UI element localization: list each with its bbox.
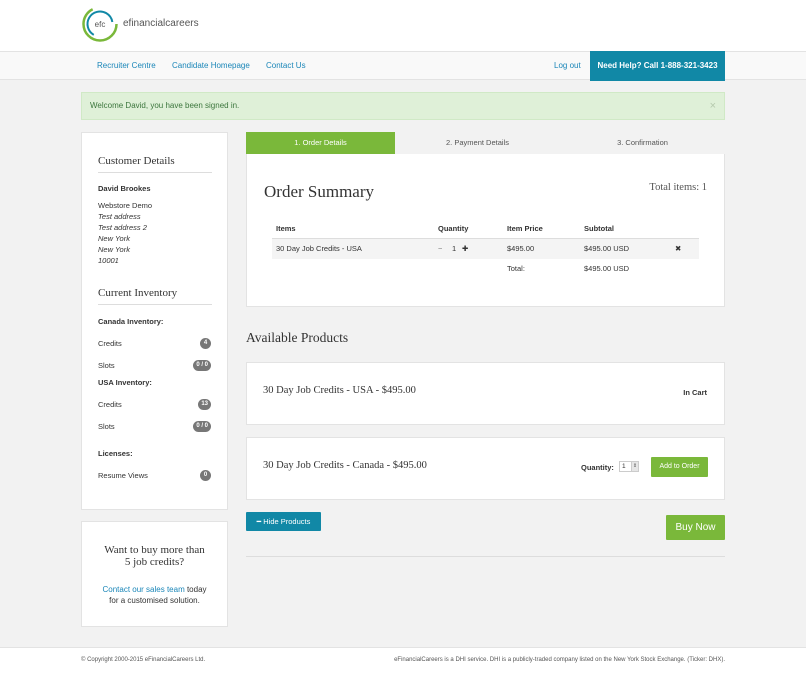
sales-promo-panel: Want to buy more than 5 job credits? Con… (81, 521, 228, 627)
product-card-usa: 30 Day Job Credits - USA - $495.00 In Ca… (246, 362, 725, 425)
usa-inventory-label: USA Inventory: (98, 378, 152, 387)
step-order-details[interactable]: 1. Order Details (246, 132, 395, 154)
usa-credits-label: Credits (98, 400, 122, 409)
quantity-label: Quantity: (581, 463, 614, 472)
promo-text: Contact our sales team today for a custo… (82, 584, 227, 606)
canada-credits-badge: 4 (200, 338, 211, 349)
checkout-steps: 1. Order Details 2. Payment Details 3. C… (246, 132, 725, 154)
col-header-items: Items (276, 224, 296, 233)
logo-wordmark[interactable]: efinancialcareers (123, 18, 199, 29)
navbar: Recruiter Centre Candidate Homepage Cont… (0, 51, 806, 81)
col-header-price: Item Price (507, 224, 543, 233)
minus-icon[interactable]: − (438, 244, 442, 253)
canada-inventory-label: Canada Inventory: (98, 317, 164, 326)
col-header-subtotal: Subtotal (584, 224, 614, 233)
address-line: Test address 2 (98, 223, 147, 232)
hide-products-label: Hide Products (263, 517, 311, 526)
alert-text: Welcome David, you have been signed in. (90, 101, 240, 110)
plus-icon[interactable]: ✚ (462, 244, 468, 253)
hide-products-button[interactable]: ━ Hide Products (246, 512, 321, 531)
promo-text-line: for a customised solution. (109, 596, 200, 605)
promo-heading: Want to buy more than 5 job credits? (82, 544, 227, 568)
nav-contact-us[interactable]: Contact Us (266, 61, 306, 70)
logo-letters: efc (95, 20, 106, 29)
cart-item-price: $495.00 (507, 244, 535, 253)
address-line: New York (98, 234, 130, 243)
divider (98, 304, 212, 305)
customer-details-heading: Customer Details (98, 155, 175, 167)
licenses-label: Licenses: (98, 449, 133, 458)
customer-name: David Brookes (98, 184, 151, 193)
cart-item-subtotal: $495.00 USD (584, 244, 630, 253)
step-payment-details[interactable]: 2. Payment Details (395, 132, 560, 154)
promo-text-part: today (184, 585, 207, 594)
quantity-stepper[interactable]: 1 ⇕ (619, 461, 639, 472)
resume-views-badge: 0 (200, 470, 211, 481)
product-name: 30 Day Job Credits - USA - $495.00 (263, 385, 416, 396)
add-to-order-button[interactable]: Add to Order (651, 457, 708, 477)
usa-credits-badge: 13 (198, 399, 211, 410)
total-value: $495.00 USD (584, 264, 630, 273)
canada-credits-label: Credits (98, 339, 122, 348)
logout-link[interactable]: Log out (554, 61, 581, 70)
product-name: 30 Day Job Credits - Canada - $495.00 (263, 460, 427, 471)
usa-slots-label: Slots (98, 422, 115, 431)
help-phone-button[interactable]: Need Help? Call 1-888-321-3423 (590, 51, 725, 81)
remove-icon[interactable]: ✖ (675, 244, 681, 253)
total-label: Total: (507, 264, 525, 273)
order-summary-heading: Order Summary (264, 182, 375, 201)
divider (246, 556, 725, 557)
close-icon[interactable]: × (710, 93, 716, 119)
in-cart-status: In Cart (683, 388, 707, 397)
sidebar: Customer Details David Brookes Webstore … (81, 132, 228, 510)
contact-sales-link[interactable]: Contact our sales team (102, 585, 184, 594)
col-header-quantity: Quantity (438, 224, 469, 233)
address-line: 10001 (98, 256, 119, 265)
address-line: New York (98, 245, 130, 254)
step-confirmation[interactable]: 3. Confirmation (560, 132, 725, 154)
nav-candidate-homepage[interactable]: Candidate Homepage (172, 61, 250, 70)
resume-views-label: Resume Views (98, 471, 148, 480)
cart-item-name: 30 Day Job Credits - USA (276, 244, 362, 253)
footer: © Copyright 2000-2015 eFinancialCareers … (0, 647, 806, 673)
current-inventory-heading: Current Inventory (98, 287, 178, 299)
efc-logo-icon[interactable]: efc (82, 6, 118, 42)
usa-slots-badge: 0 / 0 (193, 421, 211, 432)
address-line: Webstore Demo (98, 201, 153, 210)
available-products-heading: Available Products (246, 330, 349, 345)
quantity-value: 1 (622, 463, 626, 470)
canada-slots-badge: 0 / 0 (193, 360, 211, 371)
top-header: efc efinancialcareers (0, 0, 806, 51)
copyright-text: © Copyright 2000-2015 eFinancialCareers … (81, 657, 206, 663)
product-card-canada: 30 Day Job Credits - Canada - $495.00 Qu… (246, 437, 725, 500)
canada-slots-label: Slots (98, 361, 115, 370)
cart-item-qty: 1 (452, 244, 457, 253)
footer-disclaimer: eFinancialCareers is a DHI service. DHI … (394, 657, 725, 663)
spinner-arrows-icon[interactable]: ⇕ (631, 462, 638, 471)
promo-heading-line: 5 job credits? (124, 556, 185, 568)
address-line: Test address (98, 212, 141, 221)
nav-recruiter-centre[interactable]: Recruiter Centre (97, 61, 156, 70)
order-summary-panel: Order Summary Total items: 1 Items Quant… (246, 154, 725, 307)
promo-heading-line: Want to buy more than (104, 544, 205, 556)
total-items-count: Total items: 1 (649, 182, 707, 193)
buy-now-button[interactable]: Buy Now (666, 515, 725, 540)
signed-in-alert: Welcome David, you have been signed in. … (81, 92, 725, 120)
divider (98, 172, 212, 173)
